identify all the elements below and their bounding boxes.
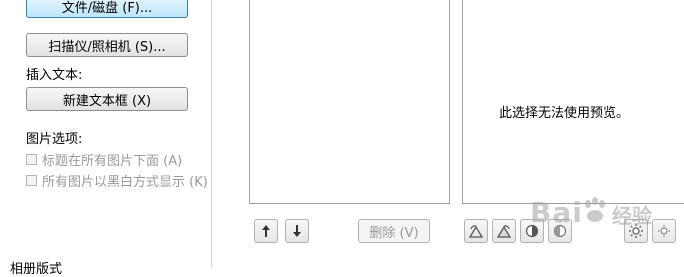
insert-text-label: 插入文本: [26, 68, 83, 83]
brightness-decrease-icon [658, 225, 670, 237]
black-white-checkbox[interactable]: 所有图片以黑白方式显示 (K) [26, 171, 208, 190]
rotate-left-icon [468, 225, 484, 238]
new-text-box-button[interactable]: 新建文本框 (X) [26, 87, 188, 111]
rotate-right-icon [496, 225, 512, 238]
checkbox-box [26, 154, 37, 165]
delete-button[interactable]: 删除 (V) [358, 219, 430, 243]
brightness-decrease-button[interactable] [652, 219, 676, 243]
picture-options-label: 图片选项: [26, 132, 83, 147]
picture-list[interactable] [249, 0, 450, 204]
watermark-text: Bai [530, 196, 583, 229]
caption-below-checkbox[interactable]: 标题在所有图片下面 (A) [26, 150, 182, 169]
preview-message: 此选择无法使用预览。 [499, 106, 630, 121]
separator [211, 0, 212, 267]
album-layout-label: 相册版式 [10, 262, 63, 277]
rotate-left-button[interactable] [464, 219, 488, 243]
watermark-jingyan: 经验 [612, 204, 652, 228]
move-down-button[interactable] [285, 219, 309, 243]
black-white-checkbox-label: 所有图片以黑白方式显示 (K) [42, 175, 208, 190]
scanner-camera-button[interactable]: 扫描仪/照相机 (S)... [26, 33, 188, 57]
checkbox-box [26, 175, 37, 186]
caption-below-checkbox-label: 标题在所有图片下面 (A) [42, 154, 183, 169]
down-arrow-icon [293, 225, 301, 237]
paw-logo [585, 197, 605, 222]
delete-button-label: 删除 (V) [369, 225, 419, 241]
move-up-button[interactable] [254, 219, 278, 243]
file-disk-button[interactable]: 文件/磁盘 (F)... [26, 0, 188, 18]
preview-panel: 此选择无法使用预览。 [462, 0, 684, 204]
rotate-right-button[interactable] [492, 219, 516, 243]
up-arrow-icon [262, 225, 270, 237]
scanner-camera-button-label: 扫描仪/照相机 (S)... [48, 39, 166, 55]
file-disk-button-label: 文件/磁盘 (F)... [61, 0, 153, 16]
new-text-box-button-label: 新建文本框 (X) [62, 93, 152, 109]
